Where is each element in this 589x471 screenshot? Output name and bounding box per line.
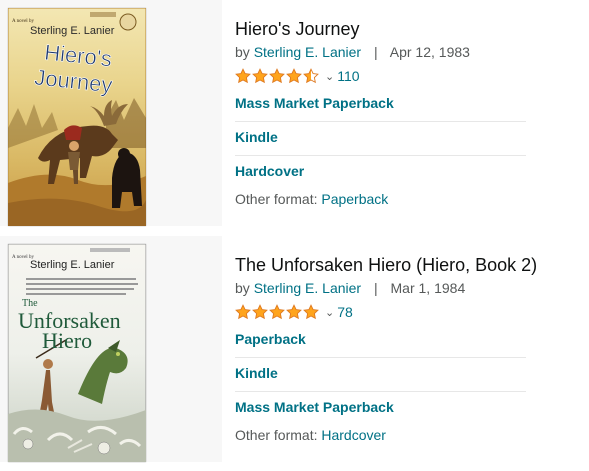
author-link[interactable]: Sterling E. Lanier xyxy=(254,280,361,296)
star-icon xyxy=(303,68,319,84)
chevron-down-icon[interactable]: ⌄ xyxy=(325,70,334,83)
other-format-link[interactable]: Hardcover xyxy=(321,427,386,443)
byline-separator: | xyxy=(373,280,378,296)
review-count-link[interactable]: 78 xyxy=(337,304,353,320)
publication-date: Mar 1, 1984 xyxy=(390,280,466,296)
format-list: Paperback Kindle Mass Market Paperback xyxy=(235,329,526,417)
by-label: by xyxy=(235,44,250,60)
search-result: A novel by Sterling E. Lanier The Unfors… xyxy=(0,236,589,462)
thumbnail-column: A novel by Sterling E. Lanier Hiero's Jo… xyxy=(0,0,222,226)
star-icon xyxy=(269,68,285,84)
star-rating[interactable] xyxy=(235,68,320,84)
format-link-paperback[interactable]: Paperback xyxy=(235,329,526,349)
cover-title-line-3: Hiero xyxy=(42,328,92,353)
book-title-link[interactable]: Hiero's Journey xyxy=(235,17,589,41)
star-icon xyxy=(252,304,268,320)
format-link-kindle[interactable]: Kindle xyxy=(235,127,526,147)
result-info: The Unforsaken Hiero (Hiero, Book 2) by … xyxy=(235,236,589,445)
cover-art-unforsaken-hiero: A novel by Sterling E. Lanier The Unfors… xyxy=(8,244,146,462)
publication-date: Apr 12, 1983 xyxy=(389,44,470,60)
chevron-down-icon[interactable]: ⌄ xyxy=(325,306,334,319)
rating-row[interactable]: ⌄ 110 xyxy=(235,65,589,87)
format-link-kindle[interactable]: Kindle xyxy=(235,363,526,383)
format-link-hardcover[interactable]: Hardcover xyxy=(235,161,526,181)
thumbnail-column: A novel by Sterling E. Lanier The Unfors… xyxy=(0,236,222,462)
cover-author: Sterling E. Lanier xyxy=(30,25,115,37)
format-link-mass-market-paperback[interactable]: Mass Market Paperback xyxy=(235,397,526,417)
byline: by Sterling E. Lanier | Mar 1, 1984 xyxy=(235,278,589,298)
cover-art-hieros-journey: A novel by Sterling E. Lanier Hiero's Jo… xyxy=(8,8,146,226)
star-rating[interactable] xyxy=(235,304,320,320)
search-result: A novel by Sterling E. Lanier Hiero's Jo… xyxy=(0,0,589,226)
other-format: Other format: Hardcover xyxy=(235,425,589,445)
other-format-label: Other format: xyxy=(235,191,318,207)
format-link-mass-market-paperback[interactable]: Mass Market Paperback xyxy=(235,93,526,113)
author-link[interactable]: Sterling E. Lanier xyxy=(254,44,361,60)
byline: by Sterling E. Lanier | Apr 12, 1983 xyxy=(235,42,589,62)
rating-row[interactable]: ⌄ 78 xyxy=(235,301,589,323)
book-cover-image[interactable]: A novel by Sterling E. Lanier The Unfors… xyxy=(8,244,146,462)
book-title-link[interactable]: The Unforsaken Hiero (Hiero, Book 2) xyxy=(235,253,589,277)
byline-separator: | xyxy=(373,44,378,60)
star-icon xyxy=(269,304,285,320)
other-format-label: Other format: xyxy=(235,427,318,443)
review-count-link[interactable]: 110 xyxy=(337,68,359,84)
other-format: Other format: Paperback xyxy=(235,189,589,209)
star-icon xyxy=(235,304,251,320)
result-info: Hiero's Journey by Sterling E. Lanier | … xyxy=(235,0,589,209)
star-icon xyxy=(286,304,302,320)
book-cover-image[interactable]: A novel by Sterling E. Lanier Hiero's Jo… xyxy=(8,8,146,226)
star-icon xyxy=(235,68,251,84)
star-icon xyxy=(252,68,268,84)
format-list: Mass Market Paperback Kindle Hardcover xyxy=(235,93,526,181)
cover-top-line: A novel by xyxy=(12,19,34,24)
other-format-link[interactable]: Paperback xyxy=(321,191,388,207)
by-label: by xyxy=(235,280,250,296)
cover-author: Sterling E. Lanier xyxy=(30,259,115,271)
star-icon xyxy=(303,304,319,320)
star-icon xyxy=(286,68,302,84)
